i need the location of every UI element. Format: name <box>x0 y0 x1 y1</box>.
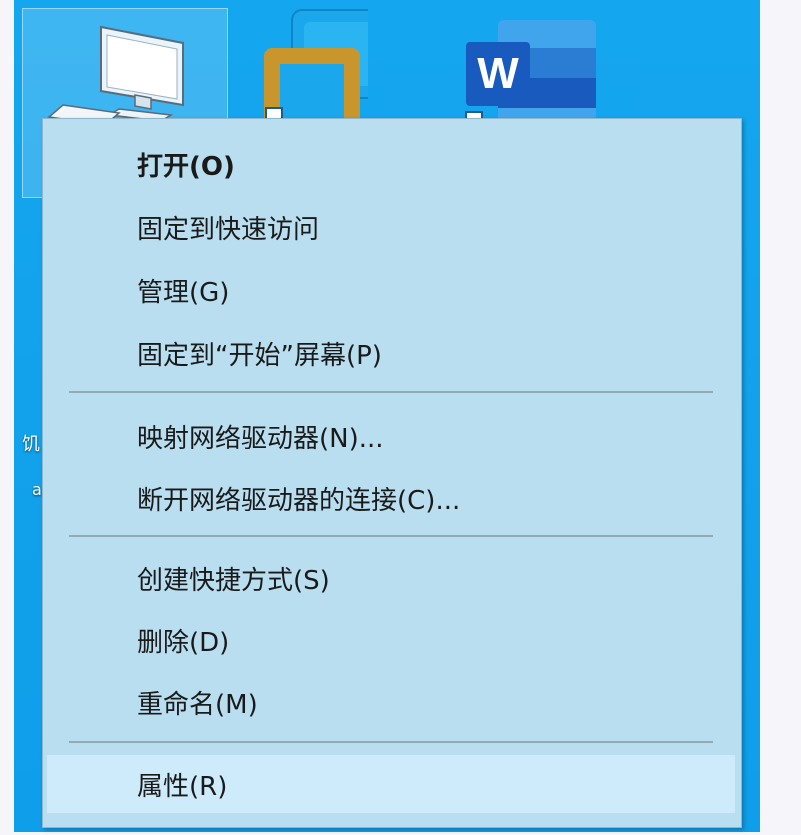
app-shortcut-desktop-item[interactable] <box>258 8 389 128</box>
menu-separator <box>69 741 713 743</box>
word-glyph: W <box>477 49 519 98</box>
word-icon: W <box>465 20 596 128</box>
menu-item-label: 断开网络驱动器的连接(C)... <box>137 485 461 516</box>
word-desktop-item[interactable]: W <box>464 8 596 128</box>
menu-item-disconnect-network-drive[interactable]: 断开网络驱动器的连接(C)... <box>47 471 735 525</box>
menu-separator <box>69 391 713 393</box>
menu-item-create-shortcut[interactable]: 创建快捷方式(S) <box>47 551 735 605</box>
menu-item-label: 重命名(M) <box>137 689 258 720</box>
menu-separator <box>69 535 713 537</box>
menu-item-label: 删除(D) <box>137 627 230 658</box>
monitor-icon <box>47 25 184 126</box>
menu-item-label: 属性(R) <box>137 771 228 802</box>
menu-item-delete[interactable]: 删除(D) <box>47 613 735 667</box>
menu-item-pin-start[interactable]: 固定到“开始”屏幕(P) <box>47 326 735 380</box>
menu-item-label: 创建快捷方式(S) <box>137 565 330 596</box>
menu-item-label: 管理(G) <box>137 277 230 308</box>
app-shortcut-icon <box>264 9 389 128</box>
menu-item-manage[interactable]: 管理(G) <box>47 263 735 317</box>
menu-item-pin-quick-access[interactable]: 固定到快速访问 <box>47 200 735 254</box>
menu-item-open[interactable]: 打开(O) <box>47 137 735 191</box>
menu-item-properties[interactable]: 属性(R) <box>47 755 735 813</box>
menu-item-rename[interactable]: 重命名(M) <box>47 675 735 729</box>
menu-item-map-network-drive[interactable]: 映射网络驱动器(N)... <box>47 409 735 463</box>
menu-item-label: 打开(O) <box>137 151 235 182</box>
context-menu: 打开(O) 固定到快速访问 管理(G) 固定到“开始”屏幕(P) 映射网络驱动器… <box>42 118 742 828</box>
desktop-item-label-fragment: 饥 <box>22 434 40 455</box>
menu-item-label: 固定到快速访问 <box>137 214 320 245</box>
menu-item-label: 固定到“开始”屏幕(P) <box>137 340 382 371</box>
menu-item-label: 映射网络驱动器(N)... <box>137 423 384 454</box>
